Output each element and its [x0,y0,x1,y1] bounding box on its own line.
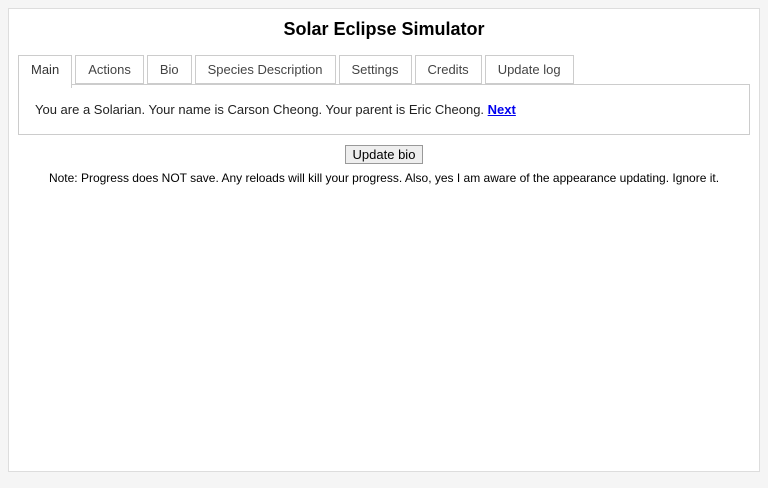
main-panel: You are a Solarian. Your name is Carson … [18,84,750,135]
app-window: Solar Eclipse Simulator MainActionsBioSp… [8,8,760,472]
tab-update-log[interactable]: Update log [485,55,574,84]
tab-main[interactable]: Main [18,55,72,88]
status-text: You are a Solarian. Your name is Carson … [35,102,484,117]
tab-species-description[interactable]: Species Description [195,55,336,84]
page-title: Solar Eclipse Simulator [9,20,759,38]
progress-note: Note: Progress does NOT save. Any reload… [9,171,759,185]
next-link[interactable]: Next [488,102,516,117]
tab-bio[interactable]: Bio [147,55,192,84]
actions-row: Update bio [9,145,759,164]
update-bio-button[interactable]: Update bio [345,145,424,164]
tab-bar: MainActionsBioSpecies DescriptionSetting… [18,55,750,84]
tab-settings[interactable]: Settings [339,55,412,84]
tab-actions[interactable]: Actions [75,55,144,84]
tab-credits[interactable]: Credits [415,55,482,84]
